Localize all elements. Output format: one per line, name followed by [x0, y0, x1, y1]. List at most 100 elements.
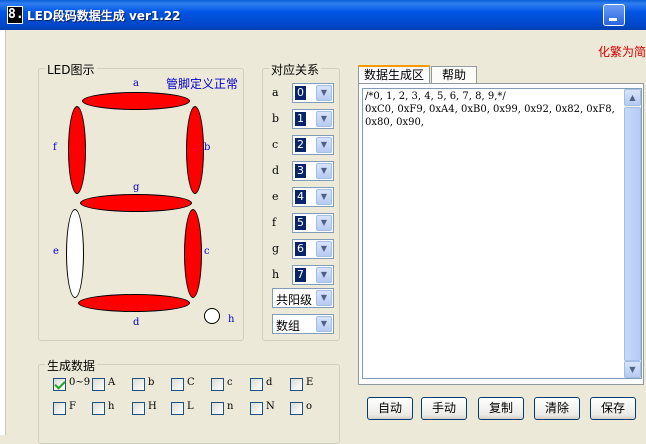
polarity-value: 共阳级 — [276, 293, 313, 307]
checkbox-label: b — [148, 377, 155, 388]
mapping-select[interactable]: 4 ▼ — [292, 187, 334, 207]
segment-e-label: e — [53, 246, 59, 257]
mapping-row-d: d 3 ▼ — [272, 161, 334, 181]
mapping-select[interactable]: 6 ▼ — [292, 239, 334, 259]
code-output-text: /*0, 1, 2, 3, 4, 5, 6, 7, 8, 9,*/ 0xC0, … — [365, 91, 615, 128]
pin-status-text: 管脚定义正常 — [166, 77, 239, 91]
mapping-select[interactable]: 7 ▼ — [292, 265, 334, 285]
checkbox-label: h — [108, 401, 115, 412]
simplify-link[interactable]: 化繁为简 — [598, 43, 646, 60]
checkbox-label: C — [187, 377, 195, 388]
mapping-row-a: a 0 ▼ — [272, 83, 334, 103]
mapping-value: 0 — [295, 86, 306, 100]
generate-data-legend: 生成数据 — [45, 357, 98, 374]
clear-button[interactable]: 清除 — [534, 397, 580, 420]
mapping-row-h: h 7 ▼ — [272, 265, 334, 285]
tab-data-generation[interactable]: 数据生成区 — [358, 65, 430, 84]
segment-e[interactable] — [66, 209, 84, 298]
checkbox-label: E — [306, 377, 314, 388]
chevron-down-icon: ▼ — [316, 290, 332, 306]
mapping-row-f: f 5 ▼ — [272, 213, 334, 233]
segment-h-label: h — [228, 314, 235, 325]
chevron-down-icon: ▼ — [316, 137, 332, 153]
chevron-down-icon: ▼ — [316, 215, 332, 231]
segment-f-label: f — [53, 142, 57, 153]
mapping-value: 4 — [295, 190, 306, 204]
mapping-key: a — [272, 86, 279, 99]
mapping-row-g: g 6 ▼ — [272, 239, 334, 259]
chevron-down-icon: ▼ — [316, 85, 332, 101]
chevron-down-icon: ▼ — [316, 163, 332, 179]
copy-button[interactable]: 复制 — [478, 397, 524, 420]
manual-button[interactable]: 手动 — [421, 397, 467, 420]
vertical-scrollbar[interactable]: ▲ ▼ — [624, 89, 641, 378]
checkbox-c[interactable] — [211, 378, 224, 391]
segment-c-label: c — [204, 246, 210, 257]
segment-g-label: g — [133, 182, 140, 193]
checkbox-N[interactable] — [250, 402, 263, 415]
segment-c[interactable] — [184, 209, 202, 298]
checkbox-label: L — [187, 401, 194, 412]
segment-a[interactable] — [82, 92, 190, 110]
chevron-down-icon: ▼ — [316, 267, 332, 283]
checkbox-o[interactable] — [290, 402, 303, 415]
checkbox-label: A — [108, 377, 116, 388]
segment-d-label: d — [133, 317, 140, 328]
mapping-key: b — [272, 112, 280, 125]
checkbox-C[interactable] — [171, 378, 184, 391]
mapping-value: 7 — [295, 268, 306, 282]
mapping-select[interactable]: 0 ▼ — [292, 83, 334, 103]
mapping-value: 5 — [295, 216, 306, 230]
mapping-value: 6 — [295, 242, 306, 256]
checkbox-label: c — [227, 377, 233, 388]
segment-f[interactable] — [68, 106, 86, 194]
segment-d[interactable] — [78, 294, 190, 312]
scroll-thumb[interactable] — [624, 107, 641, 361]
segment-g[interactable] — [80, 194, 192, 212]
mapping-key: h — [272, 268, 280, 281]
mapping-key: d — [272, 164, 280, 177]
checkbox-H[interactable] — [132, 402, 145, 415]
checkbox-label: N — [266, 401, 275, 412]
checkbox-h[interactable] — [92, 402, 105, 415]
checkbox-n[interactable] — [211, 402, 224, 415]
mapping-select[interactable]: 5 ▼ — [292, 213, 334, 233]
checkbox-E[interactable] — [290, 378, 303, 391]
tab-help[interactable]: 帮助 — [431, 66, 477, 84]
left-edge-strip — [0, 30, 6, 435]
checkbox-label: 0~9 — [69, 377, 91, 388]
scroll-up-icon[interactable]: ▲ — [624, 89, 641, 106]
mapping-select[interactable]: 1 ▼ — [292, 109, 334, 129]
mapping-row-c: c 2 ▼ — [272, 135, 334, 155]
segment-b-label: b — [204, 142, 211, 153]
polarity-select[interactable]: 共阳级 ▼ — [272, 288, 334, 308]
checkbox-label: F — [69, 401, 76, 412]
window-title: LED段码数据生成 ver1.22 — [27, 9, 181, 23]
format-select[interactable]: 数组 ▼ — [272, 314, 334, 334]
save-button[interactable]: 保存 — [590, 397, 636, 420]
checkbox-A[interactable] — [92, 378, 105, 391]
mapping-select[interactable]: 3 ▼ — [292, 161, 334, 181]
segment-h-dot[interactable] — [204, 308, 220, 324]
mapping-select[interactable]: 2 ▼ — [292, 135, 334, 155]
code-output-textarea[interactable]: /*0, 1, 2, 3, 4, 5, 6, 7, 8, 9,*/ 0xC0, … — [362, 88, 642, 379]
mapping-key: c — [272, 138, 279, 151]
mapping-key: g — [272, 242, 280, 255]
mapping-value: 3 — [295, 164, 306, 178]
checkbox-label: H — [148, 401, 157, 412]
checkbox-L[interactable] — [171, 402, 184, 415]
app-icon: 8. — [7, 6, 24, 24]
segment-b[interactable] — [186, 106, 204, 194]
minimize-button[interactable] — [603, 4, 625, 26]
checkbox-label: d — [266, 377, 273, 388]
checkbox-F[interactable] — [53, 402, 66, 415]
scroll-down-icon[interactable]: ▼ — [624, 361, 641, 378]
checkbox-label: o — [306, 401, 313, 412]
format-value: 数组 — [276, 319, 301, 333]
auto-button[interactable]: 自动 — [367, 397, 413, 420]
checkbox-b[interactable] — [132, 378, 145, 391]
checkbox-0~9[interactable] — [53, 378, 66, 391]
checkbox-d[interactable] — [250, 378, 263, 391]
mapping-row-e: e 4 ▼ — [272, 187, 334, 207]
led-diagram-legend: LED图示 — [45, 61, 97, 78]
